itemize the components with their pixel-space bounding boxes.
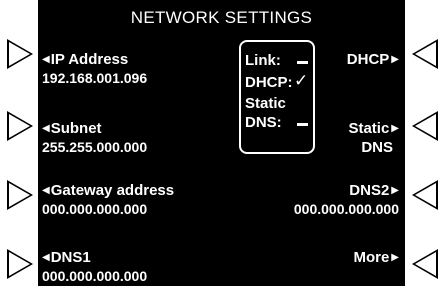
arrow-right-icon: ▶ (391, 123, 399, 134)
gateway-address-label: Gateway address (50, 182, 175, 199)
dns-status-dash-icon (297, 123, 308, 126)
dns2-value: 000.000.000.000 (293, 201, 399, 217)
arrow-left-icon: ◀ (42, 252, 50, 263)
softkey-right-1[interactable] (412, 39, 438, 69)
subnet-value: 255.255.000.000 (42, 139, 148, 155)
arrow-left-icon: ◀ (42, 54, 50, 65)
softkey-right-2[interactable] (412, 111, 438, 141)
gateway-address-value: 000.000.000.000 (42, 201, 148, 217)
softkey-right-4[interactable] (412, 249, 438, 279)
screen-title: NETWORK SETTINGS (130, 8, 313, 27)
dns2-label: DNS2 (349, 182, 390, 199)
static-label: Static (348, 120, 390, 137)
subnet-option[interactable]: ◀Subnet 255.255.000.000 (42, 119, 147, 157)
link-status-dash-icon (297, 61, 308, 64)
more-label: More (353, 249, 390, 266)
softkey-right-3[interactable] (412, 180, 438, 210)
network-settings-screen: NETWORK SETTINGS ◀IP Address 192.168.001… (38, 0, 405, 286)
status-panel: Link: DHCP: ✓ Static DNS: (239, 40, 315, 154)
gateway-address-option[interactable]: ◀Gateway address 000.000.000.000 (42, 181, 174, 219)
subnet-label: Subnet (50, 120, 102, 137)
arrow-right-icon: ▶ (391, 252, 399, 263)
more-option[interactable]: More ▶ (353, 248, 399, 267)
static-dns-sub-label: DNS (361, 139, 393, 156)
dns2-option[interactable]: DNS2 ▶ 000.000.000.000 (294, 181, 399, 219)
dns1-label: DNS1 (50, 249, 91, 266)
dhcp-label: DHCP (346, 51, 390, 68)
softkey-left-3[interactable] (7, 180, 33, 210)
dhcp-option[interactable]: DHCP ▶ (347, 50, 399, 69)
ip-address-value: 192.168.001.096 (42, 70, 148, 86)
softkey-left-4[interactable] (7, 249, 33, 279)
ip-address-label: IP Address (50, 51, 129, 68)
arrow-right-icon: ▶ (391, 54, 399, 65)
arrow-right-icon: ▶ (391, 185, 399, 196)
static-dns-option[interactable]: Static ▶ DNS (348, 119, 399, 157)
dhcp-status-label: DHCP: (245, 74, 293, 91)
arrow-left-icon: ◀ (42, 123, 50, 134)
softkey-left-1[interactable] (7, 39, 33, 69)
softkey-left-2[interactable] (7, 111, 33, 141)
dns1-option[interactable]: ◀DNS1 000.000.000.000 (42, 248, 147, 286)
dns1-value: 000.000.000.000 (42, 268, 148, 284)
ip-address-option[interactable]: ◀IP Address 192.168.001.096 (42, 50, 147, 88)
link-status-label: Link: (245, 52, 281, 69)
dhcp-check-icon: ✓ (294, 71, 309, 90)
static-status-label: Static (245, 95, 286, 112)
dns-status-label: DNS: (245, 114, 282, 131)
arrow-left-icon: ◀ (42, 185, 50, 196)
